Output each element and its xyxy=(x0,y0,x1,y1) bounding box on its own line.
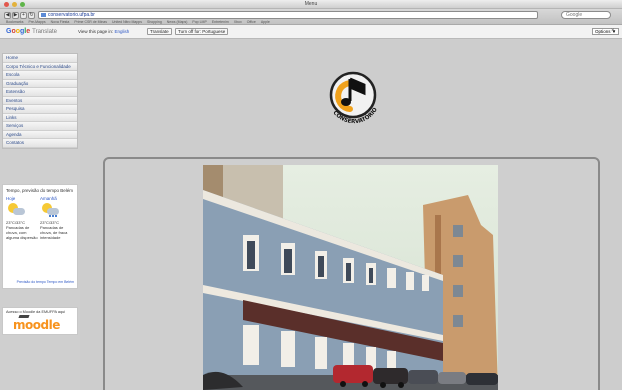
weather-today-text: 23°C/33°C Pancadas de chuva, com alguma … xyxy=(6,220,38,240)
sidebar-item-escola[interactable]: Escola xyxy=(3,71,77,80)
translate-prompt-text: View this page in: xyxy=(78,29,114,34)
sidebar-item-graduacao[interactable]: Graduação xyxy=(3,79,77,88)
bookmark-item[interactable]: Pop LMP xyxy=(192,20,206,24)
address-bar[interactable]: conservatorio.ufpa.br xyxy=(38,11,538,19)
forward-button[interactable]: ▶ xyxy=(12,12,19,19)
moodle-caption: Acesso o Moodle da EMUFPA aqui xyxy=(6,310,66,314)
weather-link[interactable]: Previsão do tempo Tempo em Belém xyxy=(17,280,74,285)
google-translate-logo: Google Translate xyxy=(6,28,57,35)
sun-cloud-icon xyxy=(8,203,26,217)
graduation-cap-icon xyxy=(18,315,30,318)
weather-today-label: Hoje xyxy=(6,196,16,201)
sidebar-item-contatos[interactable]: Contatos xyxy=(3,139,77,148)
reload-button[interactable]: ↻ xyxy=(28,12,35,19)
weather-tomorrow-text: 23°C/33°C Pancadas de chuva, de fraca in… xyxy=(40,220,68,240)
translate-bar: Google Translate View this page in: Engli… xyxy=(0,25,622,39)
sidebar-item-home[interactable]: Home xyxy=(3,54,77,63)
weather-widget: Tempo, previsão do tempo Belém Hoje 23°C… xyxy=(2,184,78,289)
bookmark-item[interactable]: Pre-Mapps xyxy=(29,20,46,24)
sidebar: Home Corpo Técnico e Funcionalidade Esco… xyxy=(0,39,80,390)
sidebar-item-extensao[interactable]: Extensão xyxy=(3,88,77,97)
search-input[interactable]: Google xyxy=(561,11,611,19)
bookmark-item[interactable]: Shopping xyxy=(147,20,162,24)
title-bar: Menu xyxy=(0,0,622,9)
sidebar-item-pesquisa[interactable]: Pesquisa xyxy=(3,105,77,114)
site-favicon-icon xyxy=(41,13,46,17)
address-text: conservatorio.ufpa.br xyxy=(48,12,95,18)
bookmark-item[interactable]: Entretenim xyxy=(212,20,229,24)
browser-toolbar: ◀ ▶ + ↻ conservatorio.ufpa.br Google Boo… xyxy=(0,9,622,25)
nav-buttons: ◀ ▶ + ↻ xyxy=(4,12,35,19)
sidebar-item-servicos[interactable]: Serviços xyxy=(3,122,77,131)
add-bookmark-button[interactable]: + xyxy=(20,12,27,19)
bookmark-item[interactable]: Bookmarks xyxy=(6,20,24,24)
sidebar-item-corpo-tecnico[interactable]: Corpo Técnico e Funcionalidade xyxy=(3,62,77,71)
bookmark-item[interactable]: Nova Fiesta xyxy=(51,20,70,24)
translate-prompt: View this page in: English xyxy=(78,29,129,34)
bookmark-item[interactable]: Prime CSR de Minas xyxy=(74,20,107,24)
bookmark-item[interactable]: News (Maps) xyxy=(167,20,188,24)
sidebar-item-links[interactable]: Links xyxy=(3,113,77,122)
conservatorio-logo[interactable]: CONSERVATÓRIO xyxy=(320,61,390,131)
moodle-logo[interactable]: moodle xyxy=(13,315,60,332)
weather-tomorrow-label: Amanhã xyxy=(40,196,57,201)
weather-today: Hoje 23°C/33°C Pancadas de chuva, com al… xyxy=(6,196,40,240)
bookmark-item[interactable]: Apple xyxy=(261,20,270,24)
language-select[interactable]: English xyxy=(114,29,129,34)
bookmarks-bar: Bookmarks Pre-Mapps Nova Fiesta Prime CS… xyxy=(6,20,270,24)
translate-button[interactable]: Translate xyxy=(147,28,172,35)
weather-tomorrow: Amanhã 23°C/33°C Pancadas de chuva, de f… xyxy=(40,196,74,240)
sidebar-item-agenda[interactable]: Agenda xyxy=(3,130,77,139)
building-photo xyxy=(203,165,498,390)
weather-forecast: Hoje 23°C/33°C Pancadas de chuva, com al… xyxy=(6,196,74,240)
bookmark-item[interactable]: United Nitro Mapps xyxy=(112,20,142,24)
weather-title: Tempo, previsão do tempo Belém xyxy=(6,188,74,193)
options-dropdown[interactable]: Options ▼ xyxy=(592,28,620,35)
sidebar-menu: Home Corpo Técnico e Funcionalidade Esco… xyxy=(2,53,78,149)
rain-cloud-icon xyxy=(42,203,60,217)
browser-window: Menu ◀ ▶ + ↻ conservatorio.ufpa.br Googl… xyxy=(0,0,622,390)
back-button[interactable]: ◀ xyxy=(4,12,11,19)
window-title: Menu xyxy=(304,1,318,7)
sidebar-item-eventos[interactable]: Eventos xyxy=(3,96,77,105)
page-content: Home Corpo Técnico e Funcionalidade Esco… xyxy=(0,39,622,390)
bookmark-item[interactable]: Xbox xyxy=(234,20,242,24)
turn-off-button[interactable]: Turn off for: Portuguese xyxy=(175,28,229,35)
bookmark-item[interactable]: Office xyxy=(247,20,256,24)
close-icon[interactable]: × xyxy=(611,28,615,34)
moodle-box[interactable]: Acesso o Moodle da EMUFPA aqui moodle xyxy=(2,307,78,335)
